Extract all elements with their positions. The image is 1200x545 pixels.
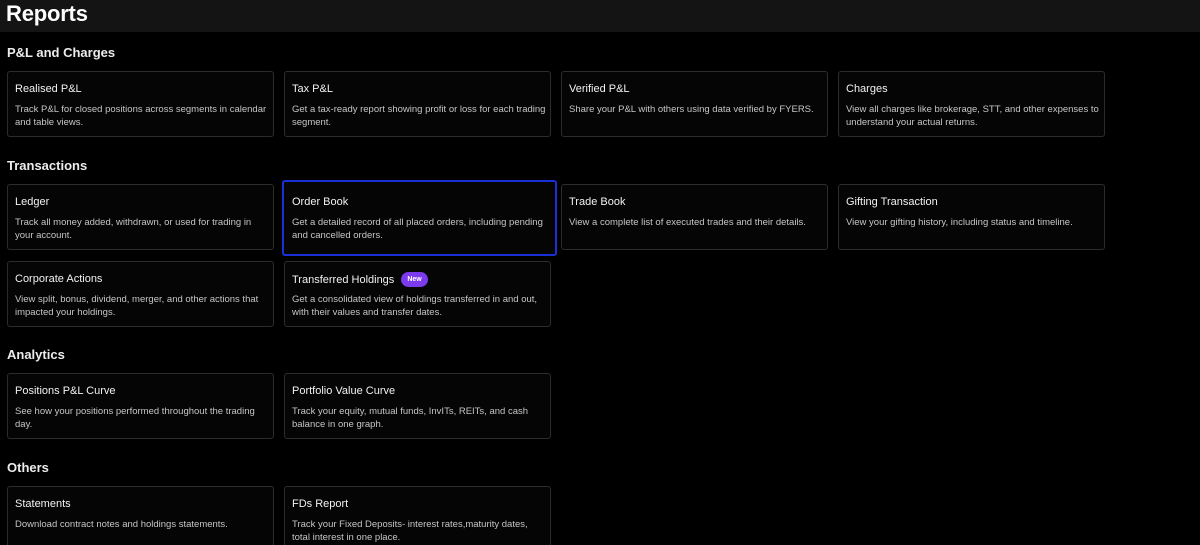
card-positions-pnl-curve[interactable]: Positions P&L Curve See how your positio… [7,373,274,439]
card-description: Track P&L for closed positions across se… [15,104,267,128]
card-description: Track all money added, withdrawn, or use… [15,217,252,241]
card-gifting-transaction[interactable]: Gifting Transaction View your gifting hi… [838,184,1105,250]
header-bar [0,0,1200,32]
card-title: Transferred Holdings [292,273,395,286]
card-description: View split, bonus, dividend, merger, and… [15,294,259,318]
card-title: Verified P&L [569,83,630,95]
card-title: Ledger [15,196,50,208]
card-title: Statements [15,498,71,510]
card-title: Charges [846,83,888,95]
card-title: Trade Book [569,196,626,208]
card-description: View all charges like brokerage, STT, an… [846,104,1099,128]
card-description: See how your positions performed through… [15,406,255,430]
card-charges[interactable]: Charges View all charges like brokerage,… [838,71,1105,137]
card-description: View a complete list of executed trades … [569,217,806,228]
card-realised-pnl[interactable]: Realised P&L Track P&L for closed positi… [7,71,274,137]
card-description: Get a consolidated view of holdings tran… [292,294,538,318]
card-title: FDs Report [292,498,349,510]
card-title: Portfolio Value Curve [292,385,396,397]
card-portfolio-value-curve[interactable]: Portfolio Value Curve Track your equity,… [284,373,551,439]
section-title-analytics: Analytics [7,347,65,362]
card-corporate-actions[interactable]: Corporate Actions View split, bonus, div… [7,261,274,327]
card-title: Corporate Actions [15,273,103,285]
card-transferred-holdings[interactable]: Transferred Holdings New Get a consolida… [284,261,551,327]
card-description: Get a detailed record of all placed orde… [292,217,543,241]
section-title-transactions: Transactions [7,158,88,173]
page-title: Reports [6,1,88,26]
card-description: Download contract notes and holdings sta… [15,519,228,530]
card-order-book[interactable]: Order Book Get a detailed record of all … [282,180,557,256]
card-description: View your gifting history, including sta… [846,217,1073,228]
card-title: Gifting Transaction [846,196,938,208]
card-description: Share your P&L with others using data ve… [569,104,814,115]
card-statements[interactable]: Statements Download contract notes and h… [7,486,274,545]
new-badge: New [401,272,428,287]
card-verified-pnl[interactable]: Verified P&L Share your P&L with others … [561,71,828,137]
card-title: Positions P&L Curve [15,385,116,397]
card-title: Order Book [292,196,349,208]
card-title: Tax P&L [292,83,333,95]
card-description: Track your equity, mutual funds, InvITs,… [292,406,529,430]
card-trade-book[interactable]: Trade Book View a complete list of execu… [561,184,828,250]
section-title-others: Others [7,460,49,475]
card-tax-pnl[interactable]: Tax P&L Get a tax-ready report showing p… [284,71,551,137]
card-description: Get a tax-ready report showing profit or… [292,104,546,128]
card-fds-report[interactable]: FDs Report Track your Fixed Deposits- in… [284,486,551,545]
card-ledger[interactable]: Ledger Track all money added, withdrawn,… [7,184,274,250]
card-description: Track your Fixed Deposits- interest rate… [292,519,528,543]
card-title: Realised P&L [15,83,82,95]
section-title-pnl-and-charges: P&L and Charges [7,45,116,60]
card-title-row: Transferred Holdings New [292,272,428,287]
